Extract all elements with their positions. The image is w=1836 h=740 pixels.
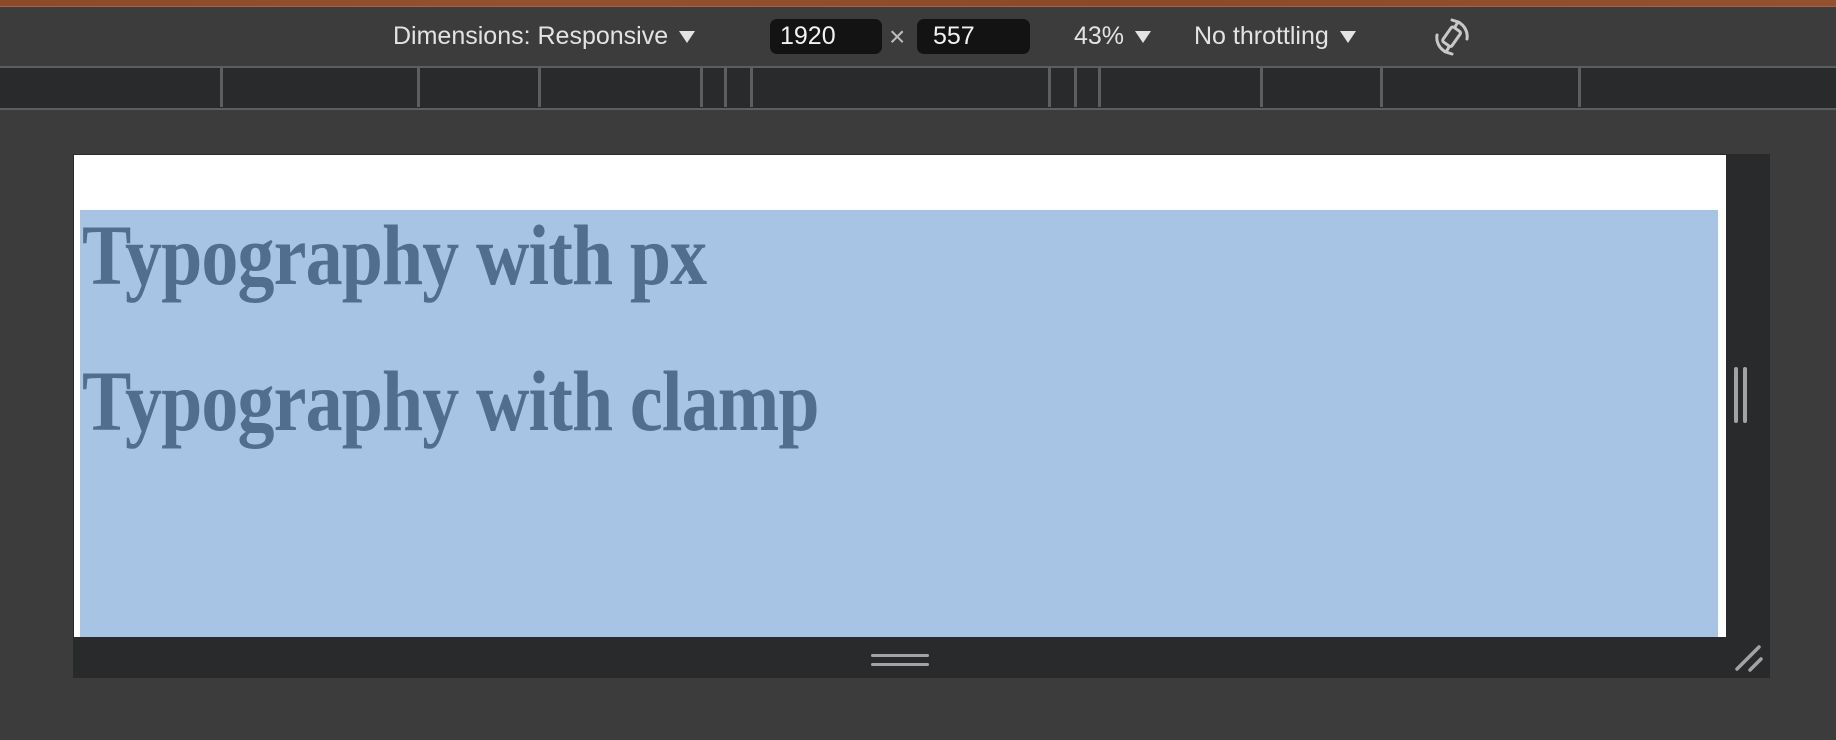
rotate-icon[interactable] bbox=[1432, 17, 1472, 57]
media-query-marker[interactable] bbox=[1048, 68, 1051, 107]
device-frame: Typography with px Typography with clamp bbox=[73, 154, 1770, 678]
media-query-marker[interactable] bbox=[220, 68, 223, 107]
device-toolbar: Dimensions: Responsive × 43% No throttli… bbox=[0, 7, 1836, 66]
grip-line bbox=[871, 654, 929, 657]
page-viewport: Typography with px Typography with clamp bbox=[74, 155, 1726, 637]
media-query-marker[interactable] bbox=[1578, 68, 1581, 107]
heading-clamp: Typography with clamp bbox=[82, 353, 820, 449]
zoom-label: 43% bbox=[1074, 22, 1125, 50]
caret-down-icon bbox=[1339, 30, 1356, 43]
dimensions-label: Dimensions: Responsive bbox=[393, 22, 669, 50]
heading-px: Typography with px bbox=[82, 207, 707, 303]
times-icon: × bbox=[889, 20, 906, 52]
caret-down-icon bbox=[1135, 30, 1152, 43]
media-query-marker[interactable] bbox=[1380, 68, 1383, 107]
media-query-marker[interactable] bbox=[700, 68, 703, 107]
media-query-marker[interactable] bbox=[724, 68, 727, 107]
throttling-dropdown[interactable]: No throttling bbox=[1194, 7, 1356, 66]
media-query-marker[interactable] bbox=[538, 68, 541, 107]
caret-down-icon bbox=[679, 30, 696, 43]
dimensions-dropdown[interactable]: Dimensions: Responsive bbox=[393, 7, 696, 66]
media-query-marker[interactable] bbox=[1098, 68, 1101, 107]
media-query-bar[interactable] bbox=[0, 66, 1836, 110]
media-query-marker[interactable] bbox=[1074, 68, 1077, 107]
media-query-marker[interactable] bbox=[1260, 68, 1263, 107]
corner-resize-icon[interactable] bbox=[1733, 642, 1765, 674]
highlighted-body: Typography with px Typography with clamp bbox=[80, 210, 1718, 637]
zoom-dropdown[interactable]: 43% bbox=[1074, 7, 1152, 66]
width-input[interactable] bbox=[770, 19, 882, 54]
throttling-label: No throttling bbox=[1194, 22, 1329, 50]
grip-line bbox=[1734, 367, 1738, 423]
window-accent-strip bbox=[0, 0, 1836, 7]
grip-line bbox=[1743, 367, 1747, 423]
media-query-marker[interactable] bbox=[417, 68, 420, 107]
media-query-marker[interactable] bbox=[750, 68, 753, 107]
grip-line bbox=[871, 663, 929, 666]
height-input[interactable] bbox=[917, 19, 1030, 54]
